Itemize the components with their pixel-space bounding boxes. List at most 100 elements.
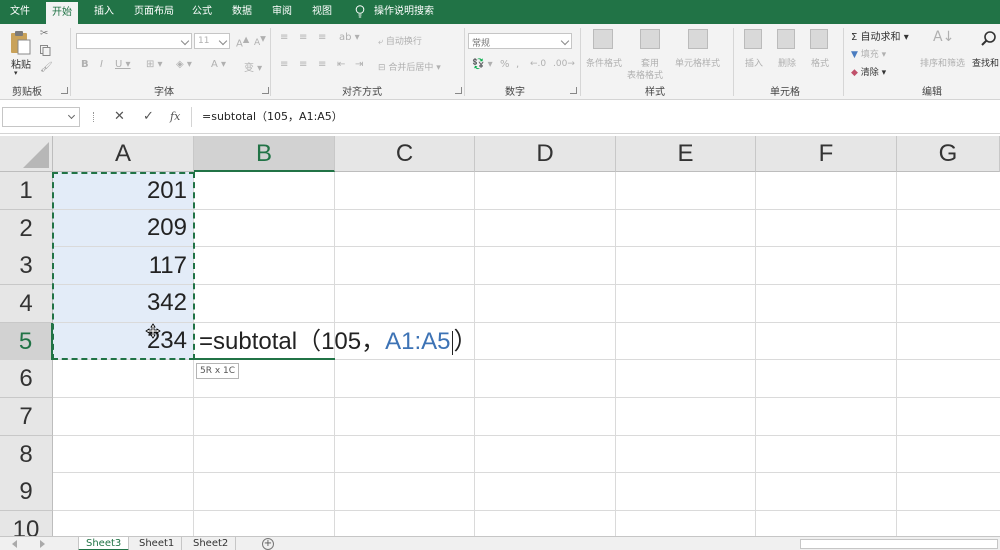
formula-input[interactable]: =subtotal（105，A1:A5） <box>191 107 1000 127</box>
next-sheet-icon[interactable] <box>40 540 45 548</box>
bold-icon[interactable]: B <box>81 59 89 70</box>
italic-icon[interactable]: I <box>100 59 103 70</box>
column-header-e[interactable]: E <box>616 136 756 172</box>
font-color-icon[interactable]: A ▾ <box>211 59 226 70</box>
format-cells-label[interactable]: 格式 <box>811 56 829 69</box>
row-header-3[interactable]: 3 <box>0 247 53 285</box>
paste-dropdown-icon[interactable]: ▾ <box>14 69 18 77</box>
tab-insert[interactable]: 插入 <box>88 0 120 24</box>
fill-button[interactable]: ▼ 填充 ▾ <box>851 47 886 60</box>
cell-b5-editor[interactable]: =subtotal（105，A1:A5） <box>194 323 478 360</box>
decrease-decimal-icon[interactable]: .00→ <box>553 59 575 69</box>
sheet-tab-sheet3[interactable]: Sheet3 <box>78 537 130 550</box>
tab-review[interactable]: 审阅 <box>266 0 298 24</box>
row-header-6[interactable]: 6 <box>0 360 53 398</box>
font-name-combo[interactable] <box>76 33 192 49</box>
tab-view[interactable]: 视图 <box>306 0 338 24</box>
number-format-combo[interactable]: 常规 <box>468 33 572 49</box>
column-header-c[interactable]: C <box>335 136 475 172</box>
clear-button[interactable]: ◆ 清除 ▾ <box>851 65 886 78</box>
sort-filter-icon[interactable]: A↓ <box>933 29 954 45</box>
formula-bar-grip[interactable] <box>93 112 95 122</box>
prev-sheet-icon[interactable] <box>12 540 17 548</box>
select-all-corner[interactable] <box>0 136 53 172</box>
row-header-2[interactable]: 2 <box>0 210 53 248</box>
fill-color-icon[interactable]: ◈ ▾ <box>176 59 192 70</box>
insert-cells-label[interactable]: 插入 <box>745 56 763 69</box>
align-left-icon[interactable]: ≡ <box>280 59 288 70</box>
cell-styles-label[interactable]: 单元格样式 <box>675 56 720 69</box>
increase-indent-icon[interactable]: ⇥ <box>355 59 363 70</box>
align-right-icon[interactable]: ≡ <box>318 59 326 70</box>
row-header-5[interactable]: 5 <box>0 323 53 361</box>
cell-styles-icon[interactable] <box>688 29 708 49</box>
merge-center-button[interactable]: ⊟ 合并后居中 ▾ <box>378 60 441 73</box>
confirm-icon[interactable]: ✓ <box>143 109 154 124</box>
row-header-10[interactable]: 10 <box>0 511 53 536</box>
align-top-icon[interactable]: ≡ <box>280 32 288 43</box>
column-header-g[interactable]: G <box>897 136 1000 172</box>
align-center-icon[interactable]: ≡ <box>299 59 307 70</box>
column-header-d[interactable]: D <box>475 136 616 172</box>
row-header-9[interactable]: 9 <box>0 473 53 511</box>
increase-decimal-icon[interactable]: ←.0 <box>530 59 546 69</box>
grid-line <box>53 435 1000 436</box>
row-header-7[interactable]: 7 <box>0 398 53 436</box>
font-launcher-icon[interactable] <box>262 87 269 94</box>
delete-cells-label[interactable]: 删除 <box>778 56 796 69</box>
comma-style-icon[interactable]: , <box>516 59 519 70</box>
borders-icon[interactable]: ⊞ ▾ <box>146 59 163 70</box>
find-select-icon[interactable] <box>980 30 998 48</box>
tab-page-layout[interactable]: 页面布局 <box>128 0 180 24</box>
align-middle-icon[interactable]: ≡ <box>299 32 307 43</box>
row-header-8[interactable]: 8 <box>0 436 53 474</box>
sheet-tab-sheet2[interactable]: Sheet2 <box>186 537 237 550</box>
row-header-4[interactable]: 4 <box>0 285 53 323</box>
underline-icon[interactable]: U ▾ <box>115 59 131 70</box>
add-sheet-icon[interactable]: + <box>262 538 274 550</box>
accounting-icon[interactable]: 💱 ▾ <box>472 59 493 70</box>
tab-home[interactable]: 开始 <box>46 2 78 24</box>
align-bottom-icon[interactable]: ≡ <box>318 32 326 43</box>
percent-icon[interactable]: % <box>500 59 510 70</box>
insert-function-icon[interactable]: fx <box>170 110 180 123</box>
clipboard-launcher-icon[interactable] <box>61 87 68 94</box>
delete-cells-icon[interactable] <box>777 29 795 49</box>
conditional-format-icon[interactable] <box>593 29 613 49</box>
alignment-launcher-icon[interactable] <box>455 87 462 94</box>
decrease-indent-icon[interactable]: ⇤ <box>337 59 345 70</box>
tell-me-search[interactable]: 操作说明搜索 <box>368 0 440 24</box>
name-box-dropdown-icon[interactable] <box>67 111 76 120</box>
font-size-combo[interactable]: 11 <box>194 33 230 49</box>
grid-line <box>896 172 897 536</box>
orientation-icon[interactable]: ab ▾ <box>339 32 360 43</box>
format-as-table-icon[interactable] <box>640 29 660 49</box>
horizontal-scrollbar[interactable] <box>800 539 998 549</box>
column-header-a[interactable]: A <box>53 136 194 172</box>
cancel-icon[interactable]: ✕ <box>114 109 125 124</box>
tab-formulas[interactable]: 公式 <box>186 0 218 24</box>
row-header-1[interactable]: 1 <box>0 172 53 210</box>
copy-icon[interactable] <box>40 45 51 56</box>
conditional-format-label[interactable]: 条件格式 <box>586 56 622 69</box>
find-select-label[interactable]: 查找和 <box>972 56 999 69</box>
column-header-f[interactable]: F <box>756 136 897 172</box>
shrink-font-icon[interactable]: A▼ <box>254 34 266 48</box>
format-cells-icon[interactable] <box>810 29 828 49</box>
sort-filter-label[interactable]: 排序和筛选 <box>920 56 965 69</box>
format-as-table-label-2[interactable]: 表格格式 <box>627 68 663 81</box>
insert-cells-icon[interactable] <box>744 29 762 49</box>
tab-data[interactable]: 数据 <box>226 0 258 24</box>
tab-file[interactable]: 文件 <box>4 0 36 24</box>
wrap-text-button[interactable]: ⤶ 自动换行 <box>378 34 422 47</box>
paste-icon[interactable] <box>9 30 31 56</box>
sheet-tab-sheet1[interactable]: Sheet1 <box>132 537 183 550</box>
column-header-b[interactable]: B <box>194 136 335 172</box>
name-box[interactable] <box>2 107 80 127</box>
format-painter-icon[interactable]: 🖌 <box>40 62 53 73</box>
grow-font-icon[interactable]: A▲ <box>236 34 249 49</box>
number-launcher-icon[interactable] <box>570 87 577 94</box>
phonetic-icon[interactable]: 变 ▾ <box>244 59 262 74</box>
autosum-button[interactable]: Σ 自动求和 ▾ <box>851 28 909 43</box>
cut-icon[interactable]: ✂ <box>40 28 48 39</box>
